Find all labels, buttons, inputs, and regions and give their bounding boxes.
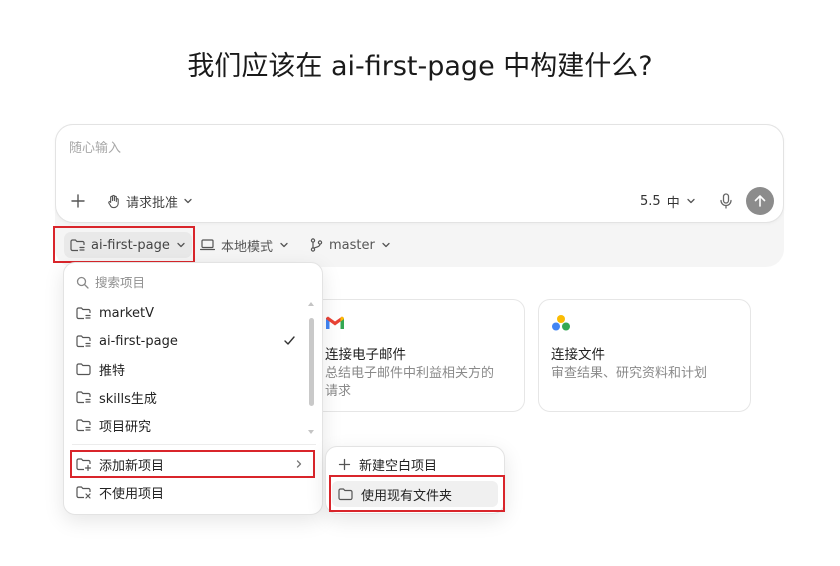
search-icon [76, 276, 89, 289]
card-title: 连接文件 [551, 347, 605, 363]
project-item-ai-first-page[interactable]: ai-first-page [72, 328, 300, 354]
mode-selector[interactable]: 本地模式 [194, 232, 295, 258]
no-project-item[interactable]: 不使用项目 [72, 479, 312, 505]
project-item-twitter[interactable]: 推特 [72, 356, 300, 382]
git-branch-icon [310, 238, 323, 252]
composer: 请求批准 5.5 中 [55, 124, 784, 223]
chevron-down-icon [687, 198, 695, 204]
add-attachment-button[interactable] [68, 191, 88, 211]
chevron-down-icon [280, 242, 288, 248]
dropdown-scroll-thumb[interactable] [309, 318, 314, 406]
project-search-input[interactable] [95, 274, 295, 290]
card-description: 总结电子邮件中利益相关方的 请求 [325, 365, 494, 401]
project-item-label: skills生成 [99, 391, 157, 407]
mode-label: 本地模式 [221, 239, 274, 255]
card-description-line: 审查结果、研究资料和计划 [551, 366, 708, 381]
project-item-label: ai-first-page [99, 333, 178, 349]
scroll-down-arrow-icon [308, 430, 314, 434]
branch-label: master [329, 237, 375, 253]
google-drive-icon [552, 315, 570, 331]
laptop-icon [200, 239, 215, 251]
dropdown-divider [72, 444, 316, 445]
scroll-up-arrow-icon [308, 302, 314, 306]
chevron-down-icon [382, 242, 390, 248]
hand-icon [108, 194, 119, 208]
project-item-skills[interactable]: skills生成 [72, 384, 300, 410]
folder-icon [76, 362, 91, 375]
highlight-project-selector [53, 226, 195, 263]
folder-remove-icon [76, 485, 91, 499]
project-folder-icon [76, 418, 91, 431]
plus-icon [338, 458, 351, 470]
gmail-icon [326, 316, 344, 329]
card-description-line: 总结电子邮件中利益相关方的 [325, 366, 495, 381]
send-button[interactable] [746, 187, 774, 215]
project-item-label: 推特 [99, 363, 126, 379]
chevron-down-icon [184, 198, 192, 204]
branch-selector[interactable]: master [304, 232, 397, 258]
arrow-up-icon [754, 195, 766, 207]
model-level: 中 [666, 195, 680, 211]
checkmark-icon [284, 336, 295, 345]
new-blank-project-item[interactable]: 新建空白项目 [332, 451, 498, 477]
microphone-icon [720, 193, 732, 209]
microphone-button[interactable] [716, 191, 736, 211]
project-folder-icon [76, 334, 91, 347]
project-item-label: marketV [99, 305, 155, 321]
connect-files-card[interactable]: 连接文件 审查结果、研究资料和计划 [538, 299, 751, 412]
highlight-add-project [70, 450, 315, 478]
model-selector[interactable]: 5.5 中 [640, 191, 696, 211]
project-item-research[interactable]: 项目研究 [72, 412, 300, 438]
project-folder-icon [76, 390, 91, 403]
model-version: 5.5 [640, 193, 661, 209]
highlight-use-existing-folder [329, 475, 505, 512]
project-item-label: 项目研究 [99, 419, 152, 435]
page-title: 我们应该在 ai-first-page 中构建什么? [187, 51, 653, 82]
card-description: 审查结果、研究资料和计划 [551, 365, 707, 383]
card-title: 连接电子邮件 [325, 347, 406, 363]
project-search [76, 273, 295, 291]
approval-label: 请求批准 [126, 195, 179, 211]
approval-selector[interactable]: 请求批准 [106, 191, 193, 211]
connect-email-card[interactable]: 连接电子邮件 总结电子邮件中利益相关方的 请求 [312, 299, 525, 412]
card-description-line: 请求 [325, 384, 352, 399]
plus-icon [71, 194, 85, 208]
new-blank-project-label: 新建空白项目 [359, 458, 438, 474]
project-folder-icon [76, 306, 91, 319]
no-project-label: 不使用项目 [99, 486, 165, 502]
project-item-marketv[interactable]: marketV [72, 300, 300, 326]
prompt-input[interactable] [69, 141, 669, 156]
